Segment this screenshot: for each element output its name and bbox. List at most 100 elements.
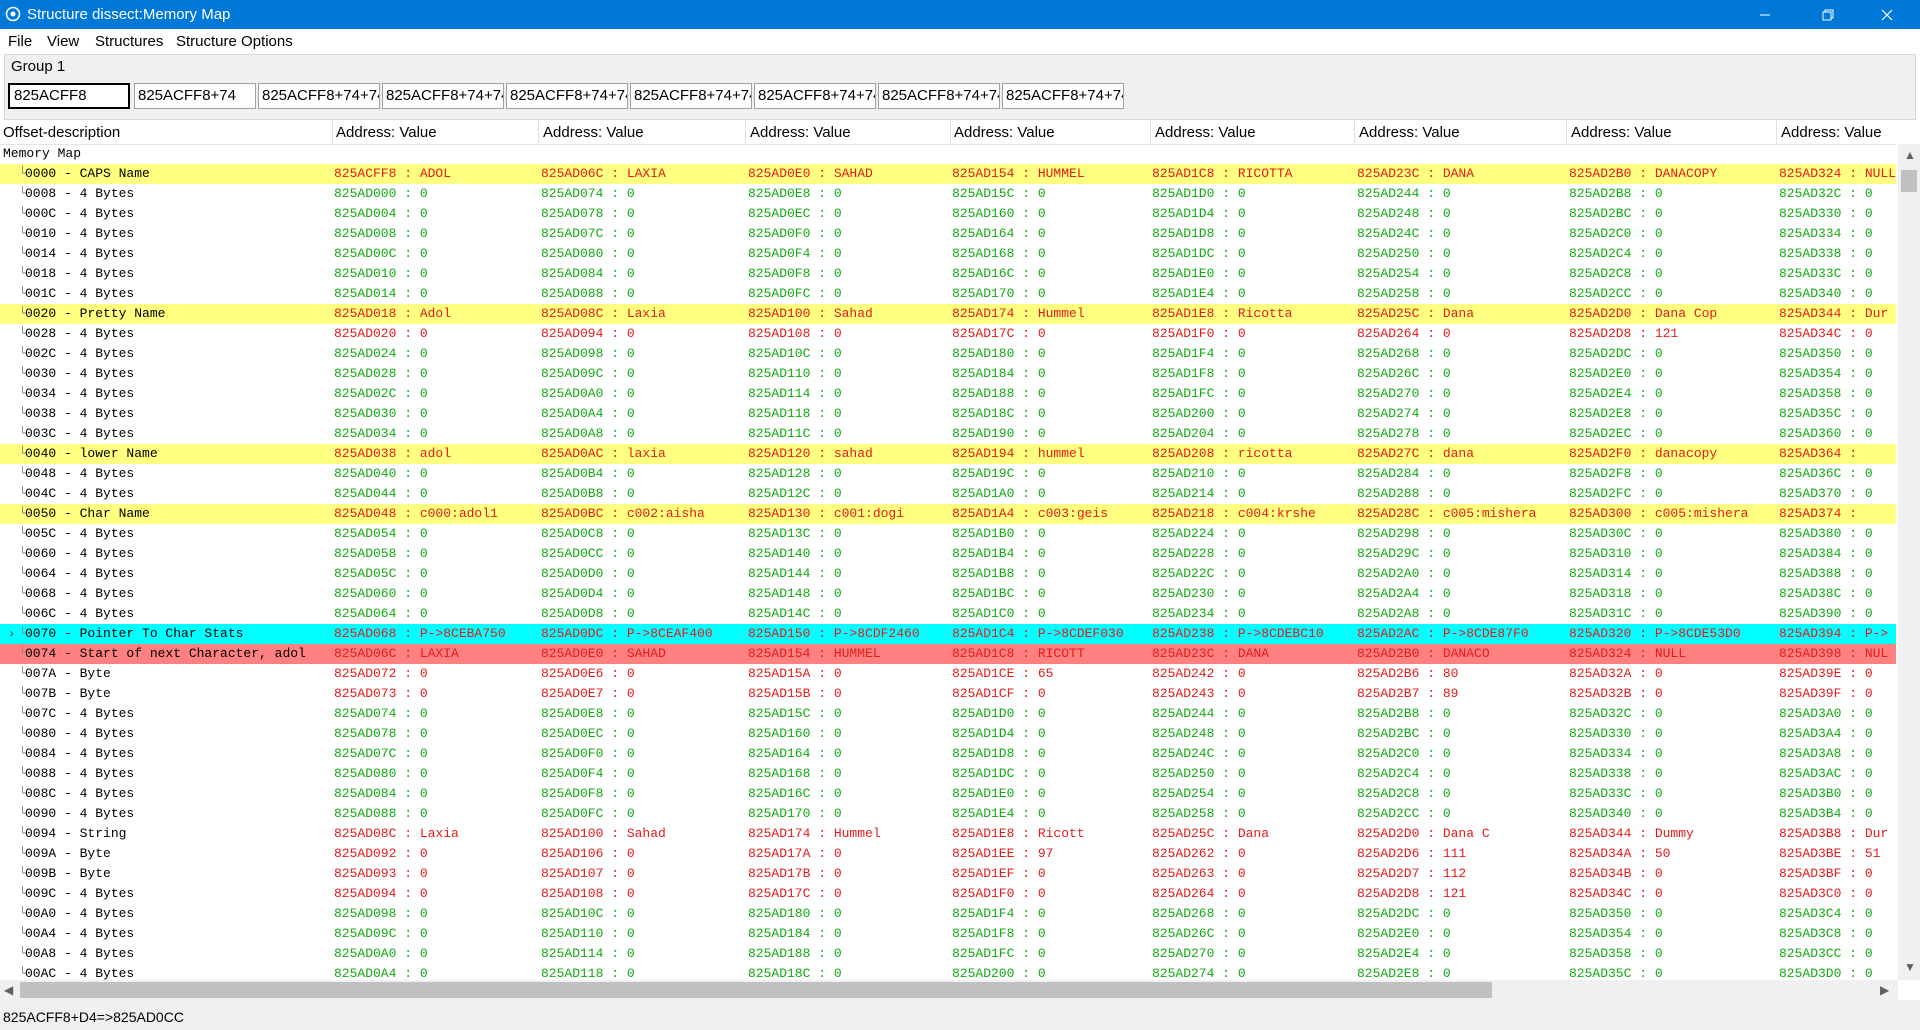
table-row[interactable]: └0088 - 4 Bytes 825AD080 : 0 825AD0F4 : 08…	[0, 764, 1896, 784]
address-field-2[interactable]: 825ACFF8+74	[134, 83, 256, 109]
tree-line: └	[3, 906, 27, 921]
table-row[interactable]: └002C - 4 Bytes 825AD024 : 0 825AD098 : 08…	[0, 344, 1896, 364]
table-row[interactable]: └009A - Byte 825AD092 : 0 825AD106 : 0 825A…	[0, 844, 1896, 864]
header-divider[interactable]	[332, 120, 333, 144]
address-field-7[interactable]: 825ACFF8+74+74	[754, 83, 876, 109]
offset-description: └0084 - 4 Bytes	[3, 744, 333, 764]
header-column-3[interactable]: Address: Value	[750, 124, 851, 141]
vertical-scroll-thumb[interactable]	[1901, 170, 1917, 192]
table-row[interactable]: └00A8 - 4 Bytes 825AD0A0 : 0 825AD114 : 08…	[0, 944, 1896, 964]
address-field-5[interactable]: 825ACFF8+74+74	[506, 83, 628, 109]
table-row[interactable]: └0080 - 4 Bytes 825AD078 : 0 825AD0EC : 08…	[0, 724, 1896, 744]
scroll-left-arrow-icon[interactable]: ◀	[4, 983, 13, 997]
table-row[interactable]: └0000 - CAPS Name 825ACFF8 : ADOL 825AD06C…	[0, 164, 1896, 184]
table-row[interactable]: └000C - 4 Bytes 825AD004 : 0 825AD078 : 08…	[0, 204, 1896, 224]
table-row[interactable]: └0040 - lower Name 825AD038 : adol 825AD0A…	[0, 444, 1896, 464]
table-row[interactable]: └0028 - 4 Bytes 825AD020 : 0 825AD094 : 08…	[0, 324, 1896, 344]
table-row[interactable]: └0060 - 4 Bytes 825AD058 : 0 825AD0CC : 08…	[0, 544, 1896, 564]
horizontal-scroll-thumb[interactable]	[20, 982, 1492, 998]
title-bar: Structure dissect:Memory Map	[0, 0, 1920, 29]
table-row[interactable]: └0068 - 4 Bytes 825AD060 : 0 825AD0D4 : 08…	[0, 584, 1896, 604]
structure-tree[interactable]: Memory Map └0000 - CAPS Name 825ACFF8 : A…	[0, 144, 1896, 980]
table-row[interactable]: └0090 - 4 Bytes 825AD088 : 0 825AD0FC : 08…	[0, 804, 1896, 824]
table-row[interactable]: └007B - Byte 825AD073 : 0 825AD0E7 : 0 825A…	[0, 684, 1896, 704]
header-column-1[interactable]: Address: Value	[336, 124, 437, 141]
close-button[interactable]	[1864, 0, 1910, 29]
menu-file[interactable]: File	[8, 33, 32, 50]
table-row[interactable]: └001C - 4 Bytes 825AD014 : 0 825AD088 : 08…	[0, 284, 1896, 304]
table-row[interactable]: └00A4 - 4 Bytes 825AD09C : 0 825AD110 : 08…	[0, 924, 1896, 944]
address-value-cell: 825AD0A4 : 0	[541, 406, 635, 421]
header-divider[interactable]	[1150, 120, 1151, 144]
table-row[interactable]: └0030 - 4 Bytes 825AD028 : 0 825AD09C : 08…	[0, 364, 1896, 384]
header-divider[interactable]	[1776, 120, 1777, 144]
address-value-cell: 825AD274 : 0	[1357, 406, 1451, 421]
table-row[interactable]: └0074 - Start of next Character, adol 825…	[0, 644, 1896, 664]
table-row[interactable]: └0094 - String 825AD08C : Laxia 825AD100 :…	[0, 824, 1896, 844]
table-row[interactable]: └0020 - Pretty Name 825AD018 : Adol 825AD0…	[0, 304, 1896, 324]
table-row[interactable]: └008C - 4 Bytes 825AD084 : 0 825AD0F8 : 08…	[0, 784, 1896, 804]
header-divider[interactable]	[538, 120, 539, 144]
table-row[interactable]: └007A - Byte 825AD072 : 0 825AD0E6 : 0 825A…	[0, 664, 1896, 684]
table-row[interactable]: └009B - Byte 825AD093 : 0 825AD107 : 0 825A…	[0, 864, 1896, 884]
header-column-2[interactable]: Address: Value	[543, 124, 644, 141]
address-value-cell: 825AD088 : 0	[541, 286, 635, 301]
address-value-cell: 825AD1FC : 0	[1152, 386, 1246, 401]
address-value-cell: 825AD1C8 : RICOTT	[952, 646, 1085, 661]
offset-description-text: 0094 - String	[25, 826, 127, 841]
address-field-1[interactable]: 825ACFF8	[8, 83, 130, 109]
header-column-7[interactable]: Address: Value	[1571, 124, 1672, 141]
minimize-button[interactable]	[1742, 0, 1788, 29]
offset-description: └0038 - 4 Bytes	[3, 404, 333, 424]
table-row[interactable]: └0038 - 4 Bytes 825AD030 : 0 825AD0A4 : 08…	[0, 404, 1896, 424]
table-row[interactable]: └0048 - 4 Bytes 825AD040 : 0 825AD0B4 : 08…	[0, 464, 1896, 484]
menu-structures[interactable]: Structures	[95, 33, 163, 50]
vertical-scrollbar[interactable]: ▲ ▼	[1898, 144, 1920, 980]
table-row[interactable]: › └0070 - Pointer To Char Stats 825AD068 …	[0, 624, 1896, 644]
table-row[interactable]: └006C - 4 Bytes 825AD064 : 0 825AD0D8 : 08…	[0, 604, 1896, 624]
scroll-up-arrow-icon[interactable]: ▲	[1904, 148, 1916, 162]
table-row[interactable]: └0014 - 4 Bytes 825AD00C : 0 825AD080 : 08…	[0, 244, 1896, 264]
address-value-cell: 825AD118 : 0	[541, 966, 635, 980]
header-column-4[interactable]: Address: Value	[954, 124, 1055, 141]
menu-structure-options[interactable]: Structure Options	[176, 33, 293, 50]
restore-button[interactable]	[1805, 0, 1851, 29]
table-row[interactable]: └0084 - 4 Bytes 825AD07C : 0 825AD0F0 : 08…	[0, 744, 1896, 764]
header-divider[interactable]	[950, 120, 951, 144]
offset-description-text: 0048 - 4 Bytes	[25, 466, 135, 481]
table-row[interactable]: └004C - 4 Bytes 825AD044 : 0 825AD0B8 : 08…	[0, 484, 1896, 504]
table-row[interactable]: └0008 - 4 Bytes 825AD000 : 0 825AD074 : 08…	[0, 184, 1896, 204]
header-column-8[interactable]: Address: Value	[1781, 124, 1882, 141]
table-row[interactable]: └007C - 4 Bytes 825AD074 : 0 825AD0E8 : 08…	[0, 704, 1896, 724]
address-field-9[interactable]: 825ACFF8+74+74	[1002, 83, 1124, 109]
header-divider[interactable]	[1354, 120, 1355, 144]
table-row[interactable]: └0050 - Char Name 825AD048 : c000:adol1 82…	[0, 504, 1896, 524]
header-column-6[interactable]: Address: Value	[1359, 124, 1460, 141]
address-value-cell: 825AD36C : 0	[1779, 466, 1873, 481]
table-row[interactable]: └003C - 4 Bytes 825AD034 : 0 825AD0A8 : 08…	[0, 424, 1896, 444]
table-row[interactable]: └009C - 4 Bytes 825AD094 : 0 825AD108 : 08…	[0, 884, 1896, 904]
menu-view[interactable]: View	[47, 33, 79, 50]
table-row[interactable]: └0018 - 4 Bytes 825AD010 : 0 825AD084 : 08…	[0, 264, 1896, 284]
table-row[interactable]: └00AC - 4 Bytes 825AD0A4 : 0 825AD118 : 08…	[0, 964, 1896, 980]
address-field-4[interactable]: 825ACFF8+74+74	[382, 83, 504, 109]
table-row[interactable]: └0034 - 4 Bytes 825AD02C : 0 825AD0A0 : 08…	[0, 384, 1896, 404]
header-divider[interactable]	[745, 120, 746, 144]
scroll-down-arrow-icon[interactable]: ▼	[1904, 960, 1916, 974]
address-value-cell: 825AD310 : 0	[1569, 546, 1663, 561]
table-row[interactable]: └005C - 4 Bytes 825AD054 : 0 825AD0C8 : 08…	[0, 524, 1896, 544]
horizontal-scrollbar[interactable]: ◀ ▶	[0, 980, 1898, 1000]
address-field-3[interactable]: 825ACFF8+74+74	[258, 83, 380, 109]
scroll-right-arrow-icon[interactable]: ▶	[1880, 983, 1889, 997]
address-field-6[interactable]: 825ACFF8+74+74	[630, 83, 752, 109]
header-divider[interactable]	[1566, 120, 1567, 144]
table-row[interactable]: └0064 - 4 Bytes 825AD05C : 0 825AD0D0 : 08…	[0, 564, 1896, 584]
address-field-8[interactable]: 825ACFF8+74+74	[878, 83, 1000, 109]
tree-root-row[interactable]: Memory Map	[0, 144, 1896, 164]
header-column-5[interactable]: Address: Value	[1155, 124, 1256, 141]
address-value-cell: 825AD3A0 : 0	[1779, 706, 1873, 721]
address-value-cell: 825AD17A : 0	[748, 846, 842, 861]
table-row[interactable]: └0010 - 4 Bytes 825AD008 : 0 825AD07C : 08…	[0, 224, 1896, 244]
table-row[interactable]: └00A0 - 4 Bytes 825AD098 : 0 825AD10C : 08…	[0, 904, 1896, 924]
header-offset-description[interactable]: Offset-description	[3, 124, 120, 141]
